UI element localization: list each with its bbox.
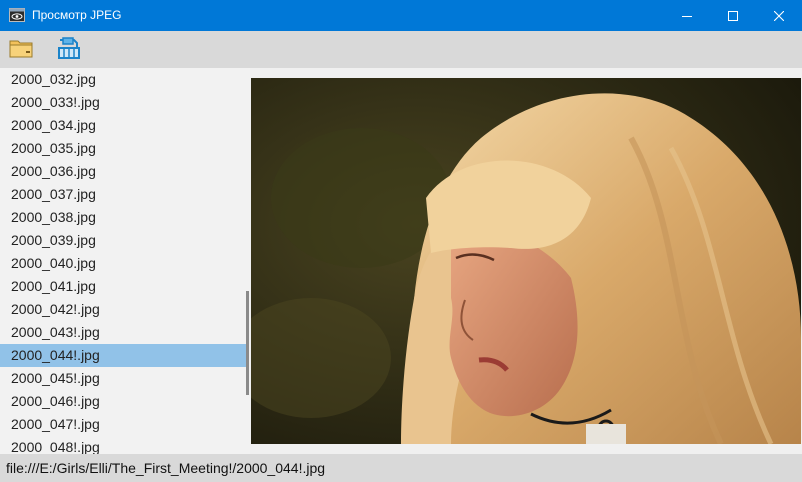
list-item[interactable]: 2000_039.jpg (0, 229, 246, 252)
maximize-button[interactable] (710, 0, 756, 31)
folder-open-icon (9, 36, 35, 65)
list-item[interactable]: 2000_046!.jpg (0, 390, 246, 413)
image-viewer (250, 68, 802, 454)
window-title: Просмотр JPEG (32, 8, 122, 22)
list-item[interactable]: 2000_041.jpg (0, 275, 246, 298)
file-path-label: file:///E:/Girls/Elli/The_First_Meeting!… (6, 460, 326, 476)
app-eye-icon (9, 8, 25, 22)
list-item[interactable]: 2000_037.jpg (0, 183, 246, 206)
list-item[interactable]: 2000_036.jpg (0, 160, 246, 183)
list-item[interactable]: 2000_043!.jpg (0, 321, 246, 344)
title-bar[interactable]: Просмотр JPEG (0, 0, 802, 31)
save-icon (56, 35, 82, 66)
list-scrollbar-thumb[interactable] (246, 291, 249, 395)
list-item-selected[interactable]: 2000_044!.jpg (0, 344, 246, 367)
list-item[interactable]: 2000_048!.jpg (0, 436, 246, 454)
status-bar: file:///E:/Girls/Elli/The_First_Meeting!… (0, 454, 802, 482)
list-item[interactable]: 2000_045!.jpg (0, 367, 246, 390)
list-item[interactable]: 2000_035.jpg (0, 137, 246, 160)
list-item[interactable]: 2000_040.jpg (0, 252, 246, 275)
list-item[interactable]: 2000_047!.jpg (0, 413, 246, 436)
list-item[interactable]: 2000_032.jpg (0, 68, 246, 91)
minimize-button[interactable] (664, 0, 710, 31)
list-item[interactable]: 2000_033!.jpg (0, 91, 246, 114)
file-list[interactable]: 2000_032.jpg 2000_033!.jpg 2000_034.jpg … (0, 68, 250, 454)
list-item[interactable]: 2000_034.jpg (0, 114, 246, 137)
open-folder-button[interactable] (8, 36, 36, 64)
save-button[interactable] (55, 36, 83, 64)
toolbar (0, 31, 802, 68)
list-item[interactable]: 2000_038.jpg (0, 206, 246, 229)
close-button[interactable] (756, 0, 802, 31)
list-item[interactable]: 2000_042!.jpg (0, 298, 246, 321)
photo-image (251, 78, 801, 444)
